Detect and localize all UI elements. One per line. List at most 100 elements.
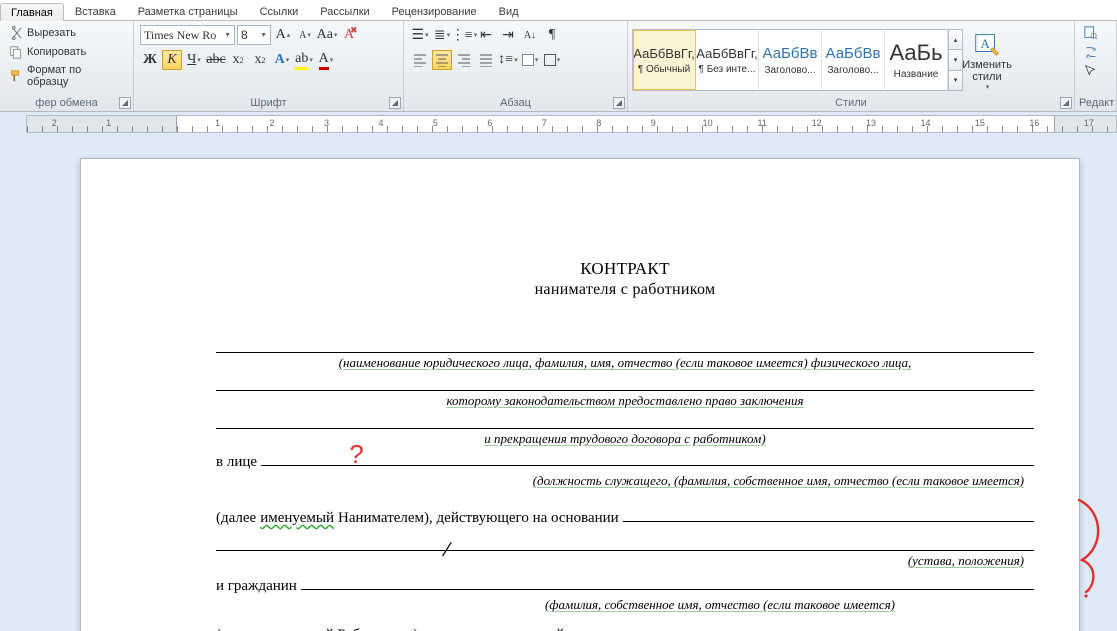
ribbon-tabs: Главная Вставка Разметка страницы Ссылки…	[0, 0, 1117, 21]
shrink-font-button[interactable]: A▾	[295, 25, 315, 45]
tab-references[interactable]: Ссылки	[249, 2, 310, 20]
group-font: Times New Ro ▼ 8▼ A▴ A▾ Aa▾ A✖ Ж К Ч▾ abc…	[134, 21, 404, 111]
align-left-button[interactable]	[410, 50, 430, 70]
chevron-down-icon: ▼	[224, 31, 231, 39]
style-nospacing[interactable]: АаБбВвГг, ¶ Без инте...	[696, 30, 759, 90]
document-canvas[interactable]: КОНТРАКТ нанимателя с работником (наимен…	[0, 133, 1117, 631]
style-name: ¶ Обычный	[638, 64, 690, 75]
strike-button[interactable]: abc	[206, 50, 226, 70]
align-center-button[interactable]	[432, 50, 452, 70]
subscript-button[interactable]: x2	[228, 50, 248, 70]
select-icon	[1084, 64, 1098, 78]
copy-label: Копировать	[27, 46, 86, 58]
line-spacing-button[interactable]: ↕≡▾	[498, 50, 518, 70]
align-center-icon	[435, 53, 449, 67]
align-right-button[interactable]	[454, 50, 474, 70]
clipboard-launcher[interactable]: ◢	[119, 97, 131, 109]
cut-button[interactable]: Вырезать	[6, 25, 127, 41]
replace-button[interactable]	[1081, 44, 1101, 60]
group-styles: АаБбВвГг, ¶ Обычный АаБбВвГг, ¶ Без инте…	[628, 21, 1075, 111]
group-clipboard: Вырезать Копировать Формат по образцу фе…	[0, 21, 134, 111]
style-name: Заголово...	[828, 65, 879, 76]
label-i-grazhdanin: и гражданин	[216, 578, 297, 595]
tab-insert[interactable]: Вставка	[64, 2, 127, 20]
style-normal[interactable]: АаБбВвГг, ¶ Обычный	[633, 30, 696, 90]
underline-button[interactable]: Ч▾	[184, 50, 204, 70]
change-styles-label: Изменить стили	[962, 59, 1012, 83]
tab-layout[interactable]: Разметка страницы	[127, 2, 249, 20]
document-page[interactable]: КОНТРАКТ нанимателя с работником (наимен…	[80, 158, 1080, 631]
style-gallery-down[interactable]: ▾	[949, 50, 962, 70]
svg-text:A: A	[980, 36, 990, 51]
find-button[interactable]	[1081, 25, 1101, 41]
select-button[interactable]	[1081, 63, 1101, 79]
chevron-down-icon: ▾	[986, 83, 990, 91]
numbering-button[interactable]: ≣▾	[432, 25, 452, 45]
tab-view[interactable]: Вид	[488, 2, 530, 20]
font-name-select[interactable]: Times New Ro ▼	[140, 25, 235, 45]
hint-entity-name: (наименование юридического лица, фамилия…	[216, 355, 1034, 371]
find-icon	[1084, 26, 1098, 40]
change-styles-icon: A	[972, 29, 1002, 59]
format-painter-button[interactable]: Формат по образцу	[6, 63, 127, 89]
style-prev: АаБбВвГг,	[696, 46, 757, 61]
horizontal-ruler[interactable]: 211234567891011121314151617	[26, 115, 1117, 133]
clear-format-button[interactable]: A✖	[339, 25, 359, 45]
group-title-styles: Стили	[632, 97, 1070, 111]
style-heading2[interactable]: АаБбВв Заголово...	[822, 30, 885, 90]
indent-inc-button[interactable]: ⇥	[498, 25, 518, 45]
grow-font-button[interactable]: A▴	[273, 25, 293, 45]
blank-line	[216, 377, 1034, 391]
hint-position: (должность служащего, (фамилия, собствен…	[216, 473, 1034, 489]
tab-review[interactable]: Рецензирование	[381, 2, 488, 20]
style-title[interactable]: АаБ⁠ь Название	[885, 30, 948, 90]
multilevel-button[interactable]: ⋮≡▾	[454, 25, 474, 45]
label-dalee1a: (далее	[216, 510, 256, 527]
hint-entity-right: которому законодательством предоставлено…	[216, 393, 1034, 409]
tab-mailings[interactable]: Рассылки	[309, 2, 380, 20]
style-name: ¶ Без инте...	[699, 64, 756, 75]
justify-icon	[479, 53, 493, 67]
group-title-clipboard: фер обмена	[4, 97, 129, 111]
font-size-select[interactable]: 8▼	[237, 25, 271, 45]
font-name-value: Times New Ro	[144, 28, 216, 43]
style-prev: АаБбВвГг,	[633, 46, 694, 61]
styles-launcher[interactable]: ◢	[1060, 97, 1072, 109]
replace-icon	[1084, 45, 1098, 59]
bullets-button[interactable]: ☰▾	[410, 25, 430, 45]
change-styles-button[interactable]: A Изменить стили ▾	[963, 27, 1011, 93]
style-gallery-more[interactable]: ▾	[949, 71, 962, 90]
borders-button[interactable]: ▾	[542, 50, 562, 70]
bold-button[interactable]: Ж	[140, 50, 160, 70]
change-case-button[interactable]: Aa▾	[317, 25, 337, 45]
copy-button[interactable]: Копировать	[6, 44, 127, 60]
style-gallery-up[interactable]: ▴	[949, 30, 962, 50]
ruler-area: 211234567891011121314151617	[0, 112, 1117, 133]
indent-dec-button[interactable]: ⇤	[476, 25, 496, 45]
font-launcher[interactable]: ◢	[389, 97, 401, 109]
group-editing: Редакт	[1075, 21, 1117, 111]
label-dalee1b: именуемый	[260, 510, 334, 527]
group-title-font: Шрифт	[138, 97, 399, 111]
justify-button[interactable]	[476, 50, 496, 70]
style-prev: АаБбВв	[763, 45, 818, 62]
highlight-button[interactable]: ab▾	[294, 50, 314, 70]
paragraph-launcher[interactable]: ◢	[613, 97, 625, 109]
shading-button[interactable]: ▾	[520, 50, 540, 70]
text-effects-button[interactable]: A▾	[272, 50, 292, 70]
superscript-button[interactable]: x2	[250, 50, 270, 70]
italic-button[interactable]: К	[162, 50, 182, 70]
style-prev: АаБ⁠ь	[889, 40, 942, 66]
show-marks-button[interactable]: ¶	[542, 25, 562, 45]
sort-button[interactable]: A↓	[520, 25, 540, 45]
hint-ustav: (устава, положения)	[216, 553, 1034, 569]
blank-line	[216, 415, 1034, 429]
label-dalee1c: Нанимателем), действующего на основании	[338, 510, 619, 527]
style-gallery: АаБбВвГг, ¶ Обычный АаБбВвГг, ¶ Без инте…	[632, 29, 963, 91]
style-heading1[interactable]: АаБбВв Заголово...	[759, 30, 822, 90]
style-gallery-scroll: ▴ ▾ ▾	[948, 30, 962, 90]
text-cursor: ∕	[446, 539, 449, 562]
style-prev: АаБбВв	[826, 45, 881, 62]
font-color-button[interactable]: A▾	[316, 50, 336, 70]
tab-home[interactable]: Главная	[0, 3, 64, 21]
